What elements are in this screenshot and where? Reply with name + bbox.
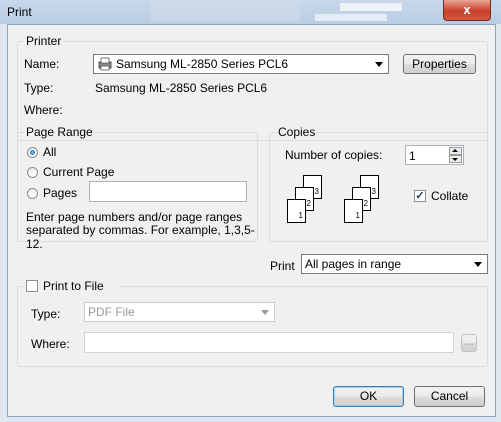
spinner-down-button[interactable] [449, 155, 462, 163]
background-window-text [315, 14, 387, 21]
page-range-group-label: Page Range [24, 125, 95, 139]
browse-button[interactable]: ... [461, 334, 477, 352]
collate-label[interactable]: Collate [431, 189, 468, 203]
cancel-button[interactable]: Cancel [414, 386, 485, 407]
collate-checkbox[interactable]: ✓ [414, 190, 426, 202]
collate-illustration-right: 3 2 1 [341, 175, 381, 230]
ok-button[interactable]: OK [333, 386, 404, 407]
print-what-value: All pages in range [305, 257, 402, 271]
chevron-down-icon [452, 158, 458, 161]
file-where-label: Where: [31, 337, 70, 351]
radio-all[interactable] [27, 147, 38, 158]
copies-group-label: Copies [276, 125, 318, 139]
print-to-file-label[interactable]: Print to File [43, 279, 104, 293]
chevron-down-icon [474, 262, 482, 267]
radio-pages[interactable] [27, 188, 38, 199]
copies-group: Copies Number of copies: 1 3 2 1 3 2 1 ✓… [269, 125, 488, 242]
page-icon: 1 [344, 199, 363, 223]
printer-name-label: Name: [24, 57, 60, 71]
radio-current-page[interactable] [27, 167, 38, 178]
spinner-up-button[interactable] [449, 147, 462, 155]
copies-value: 1 [409, 149, 416, 163]
print-to-file-checkbox[interactable] [26, 280, 38, 292]
file-type-value: PDF File [88, 305, 135, 319]
chevron-up-icon [452, 149, 458, 152]
printer-group-label: Printer [24, 34, 64, 48]
file-where-input[interactable] [84, 332, 454, 353]
printer-type-value: Samsung ML-2850 Series PCL6 [95, 81, 268, 95]
printer-name-value: Samsung ML-2850 Series PCL6 [116, 57, 289, 71]
printer-name-dropdown[interactable]: Samsung ML-2850 Series PCL6 [93, 54, 389, 74]
properties-button[interactable]: Properties [403, 54, 476, 74]
print-what-label: Print [270, 259, 295, 273]
copies-spinner[interactable]: 1 [405, 145, 464, 165]
page-range-hint-line1: Enter page numbers and/or page ranges [26, 210, 243, 224]
file-type-label: Type: [31, 307, 61, 321]
printer-where-label: Where: [24, 103, 63, 117]
radio-all-label[interactable]: All [43, 145, 56, 159]
number-of-copies-label: Number of copies: [285, 148, 383, 162]
page-range-group: Page Range All Current Page Pages Enter … [17, 125, 258, 251]
chevron-down-icon [375, 62, 383, 67]
background-window-text [340, 3, 402, 11]
radio-pages-label[interactable]: Pages [43, 186, 77, 200]
close-button[interactable]: x [443, 0, 491, 21]
print-to-file-group: Print to File Type: PDF File Where: ... [17, 279, 488, 367]
chevron-down-icon [261, 310, 269, 315]
radio-current-page-label[interactable]: Current Page [43, 165, 114, 179]
print-what-dropdown[interactable]: All pages in range [301, 254, 488, 274]
dialog-body: Printer Name: Samsung ML-2850 Series PCL… [7, 24, 496, 417]
print-to-file-header: Print to File [24, 279, 120, 295]
printer-icon [98, 57, 112, 71]
close-icon: x [463, 2, 471, 17]
collate-illustration-left: 3 2 1 [284, 175, 324, 230]
pages-input[interactable] [89, 181, 247, 202]
printer-type-label: Type: [24, 81, 54, 95]
page-range-hint-line2: separated by commas. For example, 1,3,5-… [26, 223, 255, 251]
window-title: Print [7, 5, 32, 19]
background-window [150, 0, 300, 22]
file-type-dropdown[interactable]: PDF File [84, 302, 275, 322]
page-icon: 1 [287, 199, 306, 223]
